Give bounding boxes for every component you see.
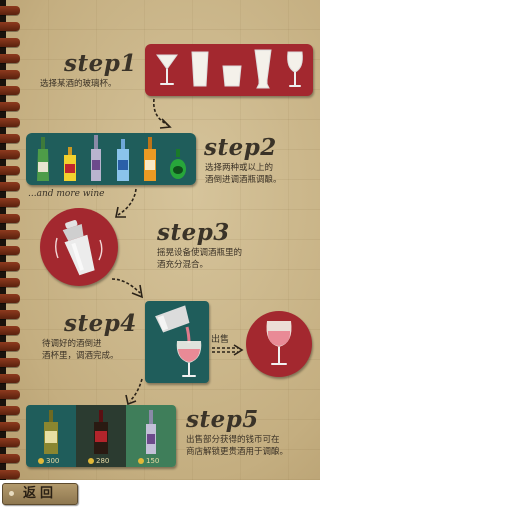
step2-description: 选择两种或以上的 酒倒进调酒瓶调酿。 <box>205 163 282 185</box>
shop-item: 150 <box>126 405 176 467</box>
binder-ring <box>0 310 20 319</box>
binder-ring <box>0 374 20 383</box>
price-value: 150 <box>146 457 160 465</box>
price-value: 300 <box>46 457 60 465</box>
binder-ring <box>0 390 20 399</box>
wine-glass-icon <box>266 321 292 365</box>
martini-glass-icon <box>156 54 178 85</box>
shop-item: 300 <box>26 405 76 467</box>
binder-ring <box>0 54 20 63</box>
binder-ring <box>0 438 20 447</box>
glasses-panel <box>145 44 313 96</box>
pour-panel <box>145 301 209 383</box>
binder-ring <box>0 262 20 271</box>
binder-ring <box>0 198 20 207</box>
step2-title: step2 <box>204 134 277 161</box>
binder-ring <box>0 358 20 367</box>
binder-ring <box>0 22 20 31</box>
coin-icon <box>38 458 44 464</box>
tumbler-glass-icon <box>222 65 242 87</box>
arrow-down-icon <box>152 98 172 129</box>
binder-ring <box>0 454 20 463</box>
step5-title: step5 <box>186 406 259 433</box>
bottles-panel <box>26 133 196 185</box>
binder-ring <box>0 150 20 159</box>
shaker-panel <box>40 208 118 286</box>
binder-ring <box>0 422 20 431</box>
coin-icon <box>88 458 94 464</box>
coin-icon <box>138 458 144 464</box>
shop-item: 280 <box>76 405 126 467</box>
pilsner-glass-icon <box>254 49 272 89</box>
bottle-icon <box>37 137 49 181</box>
bottle-icon <box>170 149 186 179</box>
binder-ring <box>0 342 20 351</box>
binder-ring <box>0 182 20 191</box>
highball-glass-icon <box>191 51 209 87</box>
bottle-icon <box>117 139 129 181</box>
bottle-icon <box>144 137 156 181</box>
bottle-icon <box>146 410 156 454</box>
binder-ring <box>0 470 20 479</box>
step1-description: 选择某酒的玻璃杯。 <box>40 79 117 89</box>
arrow-down-icon <box>115 188 137 218</box>
step1-title: step1 <box>64 50 137 77</box>
price-tag: 300 <box>38 457 59 465</box>
wine-glass-icon <box>287 51 303 87</box>
binder-ring <box>0 278 20 287</box>
binder-ring <box>0 294 20 303</box>
binder-ring <box>0 230 20 239</box>
price-value: 280 <box>96 457 110 465</box>
step5-description: 出售部分获得的钱币可在 商店解锁更贵酒用于调酿。 <box>186 435 289 457</box>
step4-title: step4 <box>64 310 137 337</box>
back-dot-icon <box>9 491 14 496</box>
shop-panel: 300 280 150 <box>26 405 176 467</box>
binder-ring <box>0 118 20 127</box>
finished-drink-panel <box>246 311 312 377</box>
binder-ring <box>0 166 20 175</box>
more-wine-note: ...and more wine <box>28 189 105 199</box>
bottle-icon <box>44 410 58 454</box>
step3-description: 摇晃设备使调酒瓶里的 酒充分混合。 <box>157 248 243 270</box>
arrow-down-icon <box>125 378 143 406</box>
step4-description: 待调好的酒倒进 酒杯里，调酒完成。 <box>42 339 119 361</box>
binder-ring <box>0 102 20 111</box>
binder-ring <box>0 246 20 255</box>
back-button-label: 返回 <box>22 486 57 501</box>
bottle-icon <box>91 135 101 181</box>
binder-ring <box>0 38 20 47</box>
bottle-icon <box>94 410 108 454</box>
binder-ring <box>0 406 20 415</box>
shaker-icon <box>55 220 103 276</box>
price-tag: 280 <box>88 457 109 465</box>
binder-ring <box>0 6 20 15</box>
price-tag: 150 <box>138 457 159 465</box>
pour-icon <box>155 305 202 377</box>
binder-ring <box>0 326 20 335</box>
tutorial-page: step1 选择某酒的玻璃杯。 ...and more wine step2 选… <box>0 0 320 480</box>
back-button[interactable]: 返回 <box>2 483 78 505</box>
step3-title: step3 <box>157 219 230 246</box>
binder-ring <box>0 134 20 143</box>
arrow-right-icon <box>111 278 144 299</box>
binder-ring <box>0 70 20 79</box>
bottle-icon <box>64 147 76 181</box>
arrow-right-icon <box>212 344 244 356</box>
binder-ring <box>0 86 20 95</box>
binder-ring <box>0 214 20 223</box>
